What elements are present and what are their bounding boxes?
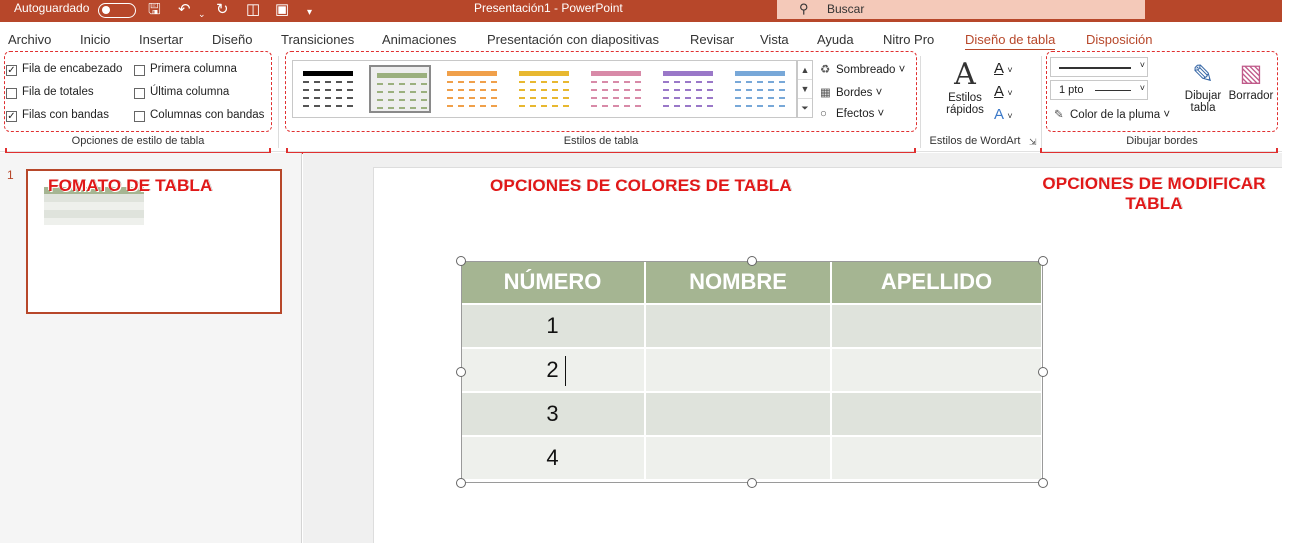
- resize-handle-top-right[interactable]: [1038, 256, 1048, 266]
- thumb-row: [44, 210, 144, 218]
- tab-archivo[interactable]: Archivo: [8, 32, 51, 47]
- annotation-modify-line2: TABLA: [1125, 194, 1183, 213]
- table-row: 4: [461, 436, 1044, 481]
- group-label-dibujar-bordes: Dibujar bordes: [1126, 135, 1198, 147]
- tab-ayuda[interactable]: Ayuda: [817, 32, 854, 47]
- group-separator: [1041, 56, 1042, 148]
- annotation-format-table: FOMATO DE TABLA: [48, 176, 213, 195]
- table-cell[interactable]: [830, 304, 1044, 349]
- group-label-estilos-tabla: Estilos de tabla: [563, 135, 639, 147]
- quick-styles-line2: rápidos: [946, 104, 984, 116]
- table-cell[interactable]: [645, 436, 832, 481]
- autosave-toggle[interactable]: [98, 3, 136, 18]
- title-bar: Autoguardado 🖫 ↶ ⌄ ↻ ◫ ▣ ▾ Presentación1…: [0, 0, 1282, 22]
- text-fill-button[interactable]: A ˅: [994, 60, 1013, 77]
- resize-handle-right[interactable]: [1038, 367, 1048, 377]
- autosave-label: Autoguardado: [14, 1, 90, 15]
- text-outline-icon: A: [994, 83, 1004, 100]
- group-label-opciones-estilo: Opciones de estilo de tabla: [71, 135, 205, 147]
- tab-vista[interactable]: Vista: [760, 32, 789, 47]
- thumb-row: [44, 218, 144, 225]
- table-cell[interactable]: [645, 348, 832, 393]
- group-separator: [278, 56, 279, 148]
- header-cell-numero[interactable]: NÚMERO: [461, 261, 647, 305]
- resize-handle-top-left[interactable]: [456, 256, 466, 266]
- document-title: Presentación1 - PowerPoint: [474, 1, 623, 15]
- tab-presentacion[interactable]: Presentación con diapositivas: [487, 32, 659, 47]
- quick-styles-line1: Estilos: [948, 92, 982, 104]
- tab-insertar[interactable]: Insertar: [139, 32, 183, 47]
- undo-dropdown-icon[interactable]: ⌄: [198, 4, 206, 24]
- table-cell[interactable]: [830, 348, 1044, 393]
- tab-diseno[interactable]: Diseño: [212, 32, 252, 47]
- group-label-wordart: Estilos de WordArt: [929, 135, 1021, 147]
- tab-diseno-de-tabla[interactable]: Diseño de tabla: [965, 32, 1056, 51]
- slide-table[interactable]: NÚMERO NOMBRE APELLIDO 1 2 3 4: [461, 261, 1044, 481]
- wordart-launcher-icon[interactable]: ⇲: [1029, 137, 1037, 148]
- tab-transiciones[interactable]: Transiciones: [281, 32, 354, 47]
- table-header-row: NÚMERO NOMBRE APELLIDO: [461, 261, 1044, 305]
- tab-nitro-pro[interactable]: Nitro Pro: [883, 32, 934, 47]
- search-icon: ⚲: [799, 1, 809, 16]
- slides-pane: 1: [0, 153, 302, 543]
- slide-number: 1: [7, 168, 14, 182]
- text-effects-icon: A: [994, 106, 1004, 123]
- search-placeholder: Buscar: [827, 2, 865, 16]
- quick-styles-button[interactable]: A Estilos rápidos: [936, 58, 994, 128]
- resize-handle-bottom-right[interactable]: [1038, 478, 1048, 488]
- text-caret: [565, 356, 566, 386]
- header-cell-apellido[interactable]: APELLIDO: [830, 261, 1044, 305]
- table-row: 1: [461, 304, 1044, 349]
- annotation-box-style-options: [4, 51, 272, 132]
- undo-icon[interactable]: ↶: [178, 0, 191, 20]
- resize-handle-bottom-left[interactable]: [456, 478, 466, 488]
- table-cell[interactable]: [830, 436, 1044, 481]
- table-cell[interactable]: [645, 304, 832, 349]
- tab-inicio[interactable]: Inicio: [80, 32, 110, 47]
- tab-revisar[interactable]: Revisar: [690, 32, 734, 47]
- table-cell[interactable]: 2: [461, 348, 647, 393]
- toggle-knob: [102, 6, 110, 14]
- table-cell[interactable]: 4: [461, 436, 647, 481]
- layout-icon[interactable]: ▣: [275, 0, 289, 20]
- ribbon-tabs: Archivo Inicio Insertar Diseño Transicio…: [0, 22, 1282, 51]
- search-box[interactable]: ⚲ Buscar: [777, 0, 1145, 19]
- annotation-modify-line1: OPCIONES DE MODIFICAR: [1042, 174, 1266, 193]
- table-cell[interactable]: 3: [461, 392, 647, 437]
- table-cell[interactable]: [830, 392, 1044, 437]
- header-cell-nombre[interactable]: NOMBRE: [645, 261, 832, 305]
- annotation-box-table-styles: [285, 51, 917, 132]
- table-cell[interactable]: [645, 392, 832, 437]
- resize-handle-top[interactable]: [747, 256, 757, 266]
- table-cell[interactable]: 1: [461, 304, 647, 349]
- redo-icon[interactable]: ↻: [216, 0, 229, 20]
- resize-handle-left[interactable]: [456, 367, 466, 377]
- annotation-modify-options: OPCIONES DE MODIFICAR TABLA: [1030, 174, 1278, 214]
- thumb-row: [44, 202, 144, 210]
- text-fill-icon: A: [994, 60, 1004, 77]
- annotation-box-draw-borders: [1046, 51, 1278, 132]
- text-outline-button[interactable]: A ˅: [994, 83, 1013, 100]
- table-row: 2: [461, 348, 1044, 393]
- resize-handle-bottom[interactable]: [747, 478, 757, 488]
- customize-icon[interactable]: ▾: [307, 3, 312, 23]
- save-icon[interactable]: 🖫: [148, 0, 161, 20]
- group-separator: [920, 56, 921, 148]
- text-effects-button[interactable]: A ˅: [994, 106, 1013, 123]
- tab-disposicion[interactable]: Disposición: [1086, 32, 1152, 47]
- present-icon[interactable]: ◫: [246, 0, 260, 20]
- tab-animaciones[interactable]: Animaciones: [382, 32, 456, 47]
- wordart-a-icon: A: [954, 57, 976, 92]
- table-row: 3: [461, 392, 1044, 437]
- annotation-color-options: OPCIONES DE COLORES DE TABLA: [490, 176, 792, 195]
